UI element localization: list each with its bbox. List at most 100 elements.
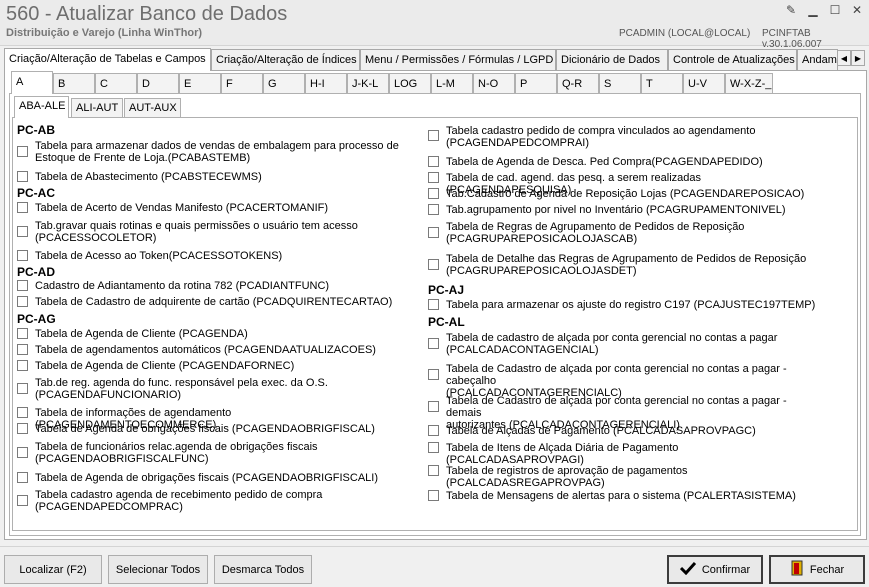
group-heading: PC-AB: [17, 123, 55, 137]
tab-scroll-left-icon[interactable]: ◀: [837, 50, 851, 66]
checkbox[interactable]: [17, 171, 28, 182]
tab-scroll-right-icon[interactable]: ▶: [851, 50, 865, 66]
minimize-icon[interactable]: ▁: [805, 2, 821, 18]
checkbox[interactable]: [17, 226, 28, 237]
checkbox[interactable]: [17, 328, 28, 339]
checkbox[interactable]: [17, 296, 28, 307]
window-subtitle: Distribuição e Varejo (Linha WinThor): [6, 27, 203, 39]
tab-controle-atualizacoes[interactable]: Controle de Atualizações: [668, 49, 797, 71]
maximize-icon[interactable]: ☐: [827, 2, 843, 18]
item-label: Tabela de Alçadas de Pagamento (PCALCADA…: [446, 425, 756, 437]
group-heading: PC-AL: [428, 315, 465, 329]
window-title: 560 - Atualizar Banco de Dados: [6, 3, 288, 25]
checkbox[interactable]: [17, 360, 28, 371]
confirmar-button[interactable]: Confirmar: [667, 555, 763, 584]
sub-tab-aba-ale[interactable]: ABA-ALE: [14, 96, 69, 118]
letter-tab-a[interactable]: A: [11, 71, 53, 94]
letter-tab-j-k-l[interactable]: J-K-L: [347, 73, 389, 93]
checkbox[interactable]: [428, 172, 439, 183]
tab-menu-permissoes[interactable]: Menu / Permissões / Fórmulas / LGPD: [360, 49, 556, 71]
checkbox[interactable]: [17, 250, 28, 261]
version-label: PCINFTAB v.30.1.06.007: [762, 28, 822, 50]
item-label: Tabela de Cadastro de adquirente de cart…: [35, 296, 393, 308]
checkbox[interactable]: [17, 472, 28, 483]
item-label: Tabela de registros de aprovação de paga…: [446, 465, 688, 489]
sub-tab-aut-aux[interactable]: AUT-AUX: [124, 98, 181, 117]
letter-tab-b[interactable]: B: [53, 73, 95, 93]
tab-criacao-indices[interactable]: Criação/Alteração de Índices: [211, 49, 360, 71]
tab-dicionario[interactable]: Dicionário de Dados: [556, 49, 668, 71]
item-label: Tabela de Detalhe das Regras de Agrupame…: [446, 253, 807, 277]
letter-tab-log[interactable]: LOG: [389, 73, 431, 93]
checkbox[interactable]: [428, 425, 439, 436]
checkbox[interactable]: [428, 401, 439, 412]
checkbox[interactable]: [428, 490, 439, 501]
item-label: Tabela de Agenda de obrigações fiscais (…: [35, 472, 378, 484]
checkbox[interactable]: [428, 130, 439, 141]
letter-tab-e[interactable]: E: [179, 73, 221, 93]
checkbox[interactable]: [428, 156, 439, 167]
letter-tab-q-r[interactable]: Q-R: [557, 73, 599, 93]
letter-tab-s[interactable]: S: [599, 73, 641, 93]
checkbox[interactable]: [428, 188, 439, 199]
item-label: Tabela de Abastecimento (PCABSTECEWMS): [35, 171, 262, 183]
checkbox[interactable]: [428, 338, 439, 349]
letter-tab-c[interactable]: C: [95, 73, 137, 93]
tab-criacao-tabelas[interactable]: Criação/Alteração de Tabelas e Campos: [4, 48, 211, 71]
group-heading: PC-AJ: [428, 283, 465, 297]
desmarca-todos-button[interactable]: Desmarca Todos: [214, 555, 312, 584]
item-label: Tabela de agendamentos automáticos (PCAG…: [35, 344, 376, 356]
checkbox[interactable]: [17, 495, 28, 506]
item-label: Tabela de cadastro de alçada por conta g…: [446, 332, 778, 356]
checkbox[interactable]: [17, 146, 28, 157]
item-label: Tabela cadastro pedido de compra vincula…: [446, 125, 756, 149]
checkbox[interactable]: [428, 299, 439, 310]
item-label: Tabela para armazenar dados de vendas de…: [35, 140, 399, 164]
item-label: Tabela de Acerto de Vendas Manifesto (PC…: [35, 202, 329, 214]
item-label: Tabela de funcionários relac.agenda de o…: [35, 441, 318, 465]
group-heading: PC-AC: [17, 186, 55, 200]
letter-tab-t[interactable]: T: [641, 73, 683, 93]
fechar-button[interactable]: Fechar: [769, 555, 865, 584]
group-heading: PC-AG: [17, 312, 56, 326]
letter-tab-l-m[interactable]: L-M: [431, 73, 473, 93]
exit-door-icon: [790, 560, 804, 579]
letter-tab-h-i[interactable]: H-I: [305, 73, 347, 93]
checkbox[interactable]: [428, 227, 439, 238]
checkbox[interactable]: [428, 204, 439, 215]
item-label: Tabela de Itens de Alçada Diária de Paga…: [446, 442, 679, 466]
checkbox[interactable]: [428, 442, 439, 453]
user-info: PCADMIN (LOCAL@LOCAL): [619, 28, 751, 39]
checkbox[interactable]: [17, 423, 28, 434]
letter-tab-p[interactable]: P: [515, 73, 557, 93]
checkbox[interactable]: [428, 369, 439, 380]
checkbox[interactable]: [17, 407, 28, 418]
title-bar: 560 - Atualizar Banco de Dados Distribui…: [0, 0, 869, 50]
checkbox[interactable]: [17, 344, 28, 355]
checkbox[interactable]: [17, 202, 28, 213]
item-label: Tabela de Cadastro de alçada por conta g…: [446, 363, 787, 399]
close-icon[interactable]: ✕: [849, 2, 865, 18]
item-label: Tabela de Agenda de obrigações fiscais (…: [35, 423, 375, 435]
item-label: Tabela de Agenda de Cliente (PCAGENDAFOR…: [35, 360, 295, 372]
letter-tab-g[interactable]: G: [263, 73, 305, 93]
checkbox[interactable]: [17, 383, 28, 394]
letter-tab-n-o[interactable]: N-O: [473, 73, 515, 93]
letter-tab-w-x-z[interactable]: W-X-Z-_: [725, 73, 773, 93]
letter-tab-f[interactable]: F: [221, 73, 263, 93]
letter-tab-u-v[interactable]: U-V: [683, 73, 725, 93]
selecionar-todos-button[interactable]: Selecionar Todos: [108, 555, 208, 584]
edit-icon[interactable]: ✎: [783, 2, 799, 18]
sub-tab-ali-aut[interactable]: ALI-AUT: [71, 98, 123, 117]
item-label: Tabela de Agenda de Desca. Ped Compra(PC…: [446, 156, 763, 168]
tab-andamento[interactable]: Andame: [797, 49, 838, 71]
item-label: Tabela de Agenda de Cliente (PCAGENDA): [35, 328, 248, 340]
item-label: Tab.agrupamento por nivel no Inventário …: [446, 204, 786, 216]
checkbox[interactable]: [17, 280, 28, 291]
item-label: Tabela de Acesso ao Token(PCACESSOTOKENS…: [35, 250, 283, 262]
checkbox[interactable]: [428, 465, 439, 476]
localizar-button[interactable]: Localizar (F2): [4, 555, 102, 584]
letter-tab-d[interactable]: D: [137, 73, 179, 93]
checkbox[interactable]: [17, 447, 28, 458]
checkbox[interactable]: [428, 259, 439, 270]
